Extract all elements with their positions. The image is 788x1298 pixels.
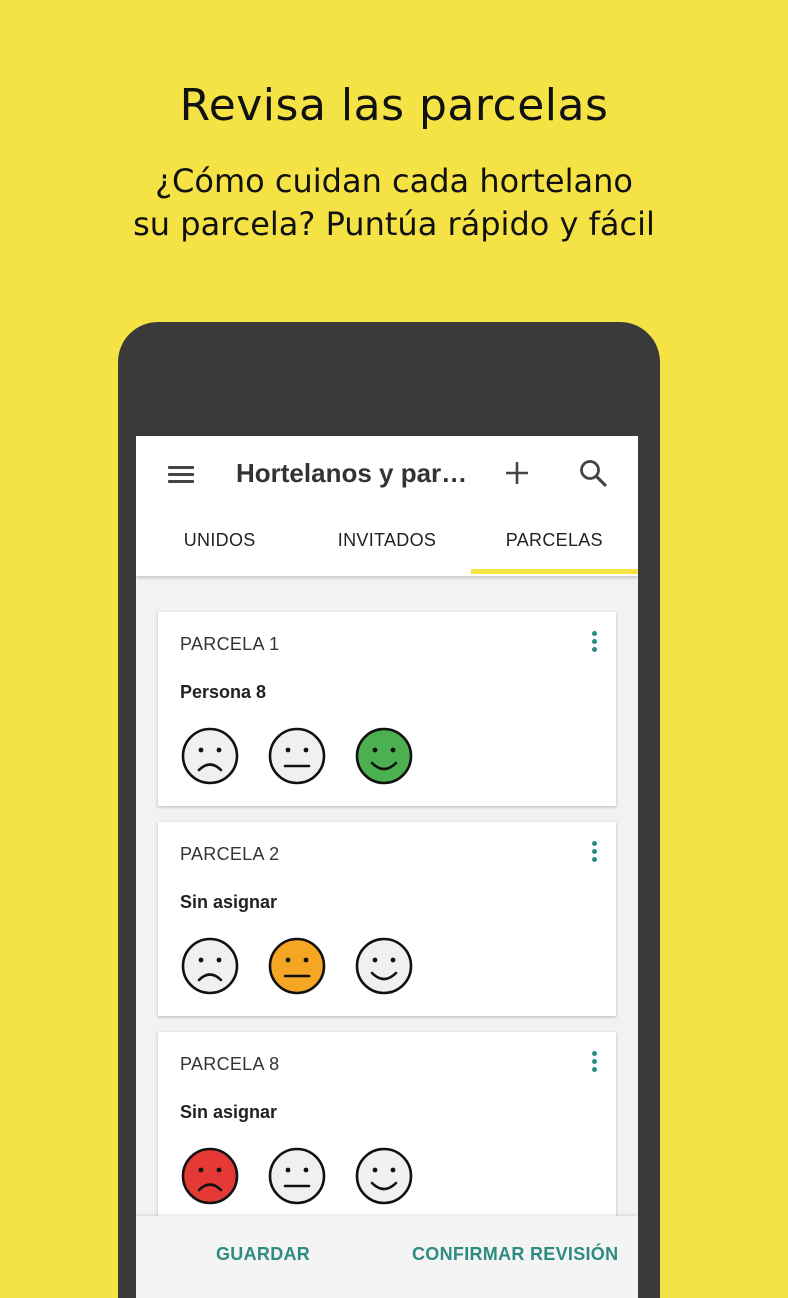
save-button[interactable]: GUARDAR bbox=[216, 1244, 310, 1265]
parcel-title: PARCELA 8 bbox=[180, 1054, 280, 1074]
happy-face-icon[interactable] bbox=[354, 936, 414, 996]
rating-faces bbox=[180, 936, 441, 996]
tab-bar: UNIDOS INVITADOS PARCELAS bbox=[136, 520, 638, 576]
rating-faces bbox=[180, 1146, 441, 1206]
parcel-title: PARCELA 2 bbox=[180, 844, 280, 864]
parcel-card[interactable]: PARCELA 1 Persona 8 bbox=[158, 612, 616, 806]
neutral-face-icon[interactable] bbox=[267, 726, 327, 786]
search-icon[interactable] bbox=[578, 458, 608, 488]
parcel-person: Persona 8 bbox=[180, 682, 267, 702]
app-title: Hortelanos y par… bbox=[236, 458, 468, 488]
menu-icon[interactable] bbox=[166, 462, 196, 486]
tab-invitados[interactable]: INVITADOS bbox=[303, 520, 470, 576]
more-vert-icon[interactable] bbox=[588, 628, 600, 658]
promo-subline-line-2: su parcela? Puntúa rápido y fácil bbox=[133, 205, 655, 243]
parcel-person: Sin asignar bbox=[180, 892, 278, 912]
promo-subline-line-1: ¿Cómo cuidan cada hortelano bbox=[155, 162, 633, 200]
promo-headline: Revisa las parcelas bbox=[179, 80, 609, 131]
promo-subline: ¿Cómo cuidan cada hortelano su parcela? … bbox=[0, 160, 788, 246]
happy-face-icon[interactable] bbox=[354, 1146, 414, 1206]
app-bar: Hortelanos y par… UNIDOS INVITADOS PARCE… bbox=[136, 436, 638, 576]
bottom-bar: GUARDAR CONFIRMAR REVISIÓN bbox=[136, 1216, 638, 1298]
parcel-title: PARCELA 1 bbox=[180, 634, 280, 654]
tab-parcelas[interactable]: PARCELAS bbox=[470, 520, 638, 576]
sad-face-icon[interactable] bbox=[180, 936, 240, 996]
sad-face-icon[interactable] bbox=[180, 726, 240, 786]
rating-faces bbox=[180, 726, 441, 786]
neutral-face-icon[interactable] bbox=[267, 936, 327, 996]
add-icon[interactable] bbox=[502, 458, 532, 488]
neutral-face-icon[interactable] bbox=[267, 1146, 327, 1206]
parcel-list: PARCELA 1 Persona 8 PARCELA 2 Sin asigna… bbox=[158, 612, 616, 1242]
confirm-review-button[interactable]: CONFIRMAR REVISIÓN bbox=[412, 1244, 618, 1265]
happy-face-icon[interactable] bbox=[354, 726, 414, 786]
more-vert-icon[interactable] bbox=[588, 838, 600, 868]
sad-face-icon[interactable] bbox=[180, 1146, 240, 1206]
parcel-person: Sin asignar bbox=[180, 1102, 278, 1122]
tab-unidos[interactable]: UNIDOS bbox=[136, 520, 303, 576]
parcel-card[interactable]: PARCELA 8 Sin asignar bbox=[158, 1032, 616, 1226]
more-vert-icon[interactable] bbox=[588, 1048, 600, 1078]
app-screen: Hortelanos y par… UNIDOS INVITADOS PARCE… bbox=[136, 436, 638, 1298]
parcel-card[interactable]: PARCELA 2 Sin asignar bbox=[158, 822, 616, 1016]
